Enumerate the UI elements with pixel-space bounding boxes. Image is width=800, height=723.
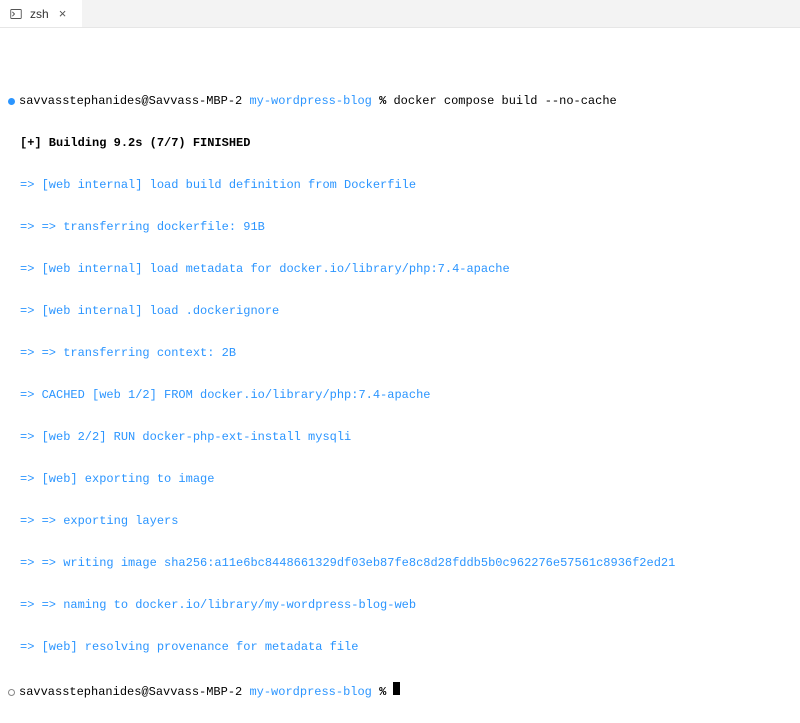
build-line: => => exporting layers: [8, 514, 792, 528]
build-line: => [web internal] load metadata for dock…: [8, 262, 792, 276]
build-line: => [web internal] load build definition …: [8, 178, 792, 192]
build-line: => [web] resolving provenance for metada…: [8, 640, 792, 654]
build-line: => [web internal] load .dockerignore: [8, 304, 792, 318]
prompt-line-2: savvasstephanides@Savvass-MBP-2 my-wordp…: [8, 682, 792, 699]
terminal-icon: [10, 8, 22, 20]
build-line: => => naming to docker.io/library/my-wor…: [8, 598, 792, 612]
close-icon[interactable]: ×: [57, 6, 69, 21]
tab-label: zsh: [30, 7, 49, 21]
terminal-output[interactable]: savvasstephanides@Savvass-MBP-2 my-wordp…: [0, 28, 800, 723]
prompt-command: docker compose build --no-cache: [393, 94, 616, 108]
build-header: [+] Building 9.2s (7/7) FINISHED: [8, 136, 792, 150]
cursor: [393, 682, 400, 695]
build-line: => [web 2/2] RUN docker-php-ext-install …: [8, 430, 792, 444]
prompt-symbol: %: [379, 94, 386, 108]
prompt-userhost: savvasstephanides@Savvass-MBP-2: [19, 94, 242, 108]
bullet-icon: [8, 98, 15, 105]
prompt-dir: my-wordpress-blog: [249, 685, 371, 699]
build-line: => => transferring dockerfile: 91B: [8, 220, 792, 234]
build-line: => [web] exporting to image: [8, 472, 792, 486]
build-line: => => writing image sha256:a11e6bc844866…: [8, 556, 792, 570]
prompt-dir: my-wordpress-blog: [249, 94, 371, 108]
build-line: => => transferring context: 2B: [8, 346, 792, 360]
prompt-symbol: %: [379, 685, 386, 699]
prompt-userhost: savvasstephanides@Savvass-MBP-2: [19, 685, 242, 699]
tab-bar: zsh ×: [0, 0, 800, 28]
bullet-icon: [8, 689, 15, 696]
tab-zsh[interactable]: zsh ×: [0, 0, 82, 27]
prompt-line-1: savvasstephanides@Savvass-MBP-2 my-wordp…: [8, 94, 792, 108]
build-line: => CACHED [web 1/2] FROM docker.io/libra…: [8, 388, 792, 402]
